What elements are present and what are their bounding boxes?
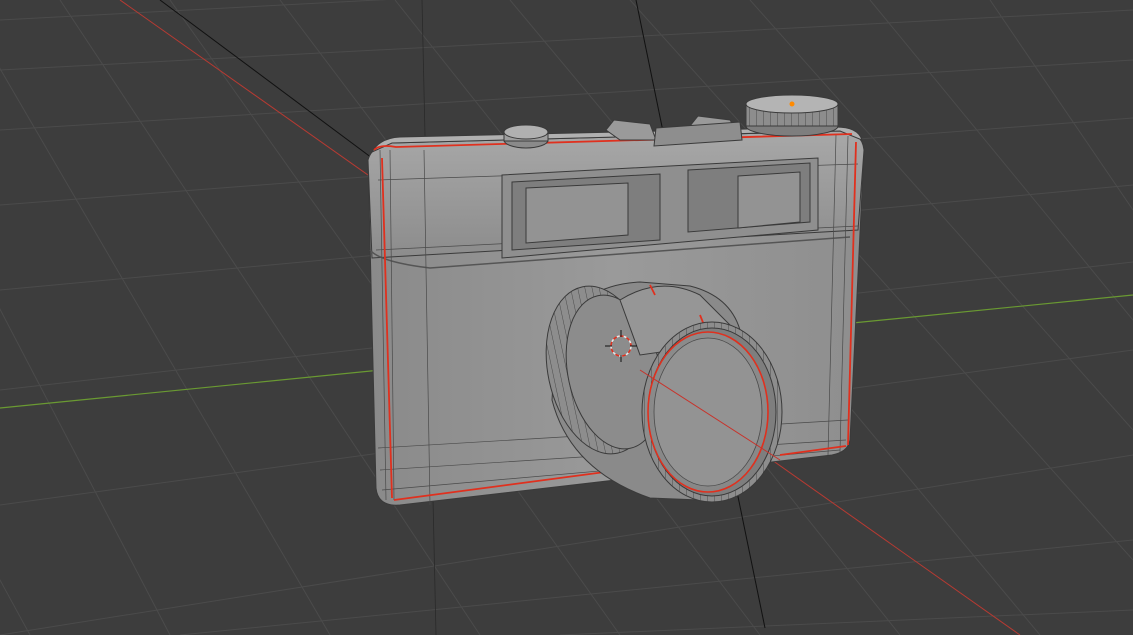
shutter-button[interactable]: [503, 124, 549, 149]
3d-viewport[interactable]: [0, 0, 1133, 635]
viewport-canvas[interactable]: [0, 0, 1133, 635]
camera-mesh[interactable]: [367, 94, 865, 506]
selected-vertex-icon: [789, 101, 795, 107]
mode-dial[interactable]: [745, 94, 839, 137]
